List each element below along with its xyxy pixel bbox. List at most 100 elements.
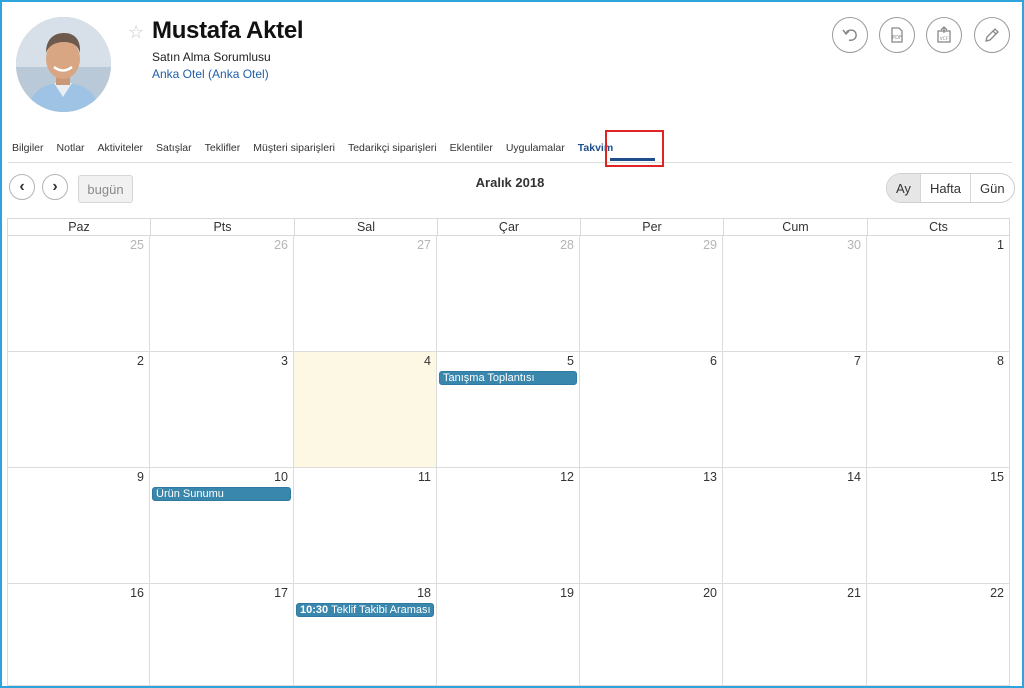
day-number: 8 (997, 354, 1004, 368)
day-number: 27 (417, 238, 431, 252)
day-cell[interactable]: 3 (150, 352, 294, 468)
weekday-header: Pts (150, 218, 295, 236)
day-cell[interactable]: 27 (294, 236, 437, 352)
day-cell[interactable]: 1 (867, 236, 1010, 352)
day-number: 10 (274, 470, 288, 484)
calendar-event[interactable]: Tanışma Toplantısı (439, 371, 577, 385)
day-number: 4 (424, 354, 431, 368)
day-cell[interactable]: 21 (723, 584, 867, 686)
undo-button[interactable] (832, 17, 868, 53)
pdf-button[interactable]: PDF (879, 17, 915, 53)
day-cell[interactable]: 16 (7, 584, 150, 686)
day-cell[interactable]: 25 (7, 236, 150, 352)
day-cell[interactable]: 8 (867, 352, 1010, 468)
contact-role: Satın Alma Sorumlusu (152, 50, 271, 64)
vcf-export-button[interactable]: VCF (926, 17, 962, 53)
contact-company-link[interactable]: Anka Otel (Anka Otel) (152, 67, 269, 81)
day-cell[interactable]: 29 (580, 236, 723, 352)
day-number: 30 (847, 238, 861, 252)
day-number: 9 (137, 470, 144, 484)
month-calendar: Paz Pts Sal Çar Per Cum Cts 25 26 27 28 29 30 1 2 3 4 5 T… (7, 218, 1010, 686)
day-cell[interactable]: 6 (580, 352, 723, 468)
day-cell[interactable]: 15 (867, 468, 1010, 584)
svg-text:VCF: VCF (940, 36, 949, 42)
day-number: 17 (274, 586, 288, 600)
weekday-header: Per (580, 218, 724, 236)
weekday-header-row: Paz Pts Sal Çar Per Cum Cts (7, 218, 1010, 236)
tabs-divider (8, 162, 1012, 163)
event-time: 10:30 (300, 604, 329, 616)
today-button[interactable]: bugün (78, 175, 133, 203)
prev-month-button[interactable]: ‹ (9, 174, 35, 200)
day-number: 3 (281, 354, 288, 368)
day-number: 15 (990, 470, 1004, 484)
day-number: 29 (703, 238, 717, 252)
day-number: 20 (703, 586, 717, 600)
day-number: 22 (990, 586, 1004, 600)
active-tab-highlight-box (605, 130, 664, 167)
chevron-left-icon: ‹ (19, 178, 25, 195)
weekday-header: Paz (7, 218, 151, 236)
day-cell[interactable]: 10 Ürün Sunumu (150, 468, 294, 584)
weekday-header: Sal (294, 218, 438, 236)
svg-text:PDF: PDF (892, 35, 902, 41)
calendar-event[interactable]: 10:30 Teklif Takibi Araması (296, 603, 434, 617)
view-week-button[interactable]: Hafta (919, 174, 970, 202)
day-number: 11 (418, 470, 431, 484)
day-cell[interactable]: 19 (437, 584, 580, 686)
day-cell[interactable]: 26 (150, 236, 294, 352)
day-number: 2 (137, 354, 144, 368)
day-number: 25 (130, 238, 144, 252)
view-day-button[interactable]: Gün (970, 174, 1014, 202)
day-cell[interactable]: 17 (150, 584, 294, 686)
tab-uygulamalar[interactable]: Uygulamalar (506, 141, 565, 159)
day-cell[interactable]: 14 (723, 468, 867, 584)
tab-eklentiler[interactable]: Eklentiler (450, 141, 493, 159)
day-number: 16 (130, 586, 144, 600)
day-number: 1 (997, 238, 1004, 252)
day-cell[interactable]: 5 Tanışma Toplantısı (437, 352, 580, 468)
view-month-button[interactable]: Ay (887, 174, 920, 202)
tab-tedarikci-siparisleri[interactable]: Tedarikçi siparişleri (348, 141, 437, 159)
weekday-header: Çar (437, 218, 581, 236)
day-cell[interactable]: 18 10:30 Teklif Takibi Araması (294, 584, 437, 686)
vcf-export-icon: VCF (937, 26, 951, 43)
undo-icon (842, 29, 857, 41)
day-cell[interactable]: 28 (437, 236, 580, 352)
day-cell[interactable]: 22 (867, 584, 1010, 686)
day-cell[interactable]: 30 (723, 236, 867, 352)
day-number: 18 (417, 586, 431, 600)
weekday-header: Cum (723, 218, 868, 236)
tab-teklifler[interactable]: Teklifler (205, 141, 241, 159)
day-number: 7 (854, 354, 861, 368)
day-number: 28 (560, 238, 574, 252)
event-title: Teklif Takibi Araması (331, 604, 431, 616)
day-cell[interactable]: 4 (294, 352, 437, 468)
event-title: Tanışma Toplantısı (443, 372, 535, 384)
edit-button[interactable] (974, 17, 1010, 53)
tab-satislar[interactable]: Satışlar (156, 141, 192, 159)
day-cell[interactable]: 20 (580, 584, 723, 686)
tab-musteri-siparisleri[interactable]: Müşteri siparişleri (253, 141, 335, 159)
day-number: 19 (560, 586, 574, 600)
day-number: 5 (567, 354, 574, 368)
star-outline-icon[interactable]: ☆ (128, 22, 144, 42)
day-cell[interactable]: 12 (437, 468, 580, 584)
avatar (16, 17, 111, 112)
tab-aktiviteler[interactable]: Aktiviteler (98, 141, 144, 159)
tab-notlar[interactable]: Notlar (57, 141, 85, 159)
tab-bar: Bilgiler Notlar Aktiviteler Satışlar Tek… (12, 141, 626, 159)
day-cell[interactable]: 11 (294, 468, 437, 584)
tab-bilgiler[interactable]: Bilgiler (12, 141, 44, 159)
day-cell[interactable]: 13 (580, 468, 723, 584)
contact-name: Mustafa Aktel (152, 17, 304, 44)
next-month-button[interactable]: › (42, 174, 68, 200)
calendar-title: Aralık 2018 (475, 175, 545, 190)
chevron-right-icon: › (52, 178, 58, 195)
calendar-event[interactable]: Ürün Sunumu (152, 487, 291, 501)
day-cell[interactable]: 9 (7, 468, 150, 584)
day-number: 6 (710, 354, 717, 368)
day-cell[interactable]: 7 (723, 352, 867, 468)
pdf-icon: PDF (891, 27, 903, 43)
day-cell[interactable]: 2 (7, 352, 150, 468)
